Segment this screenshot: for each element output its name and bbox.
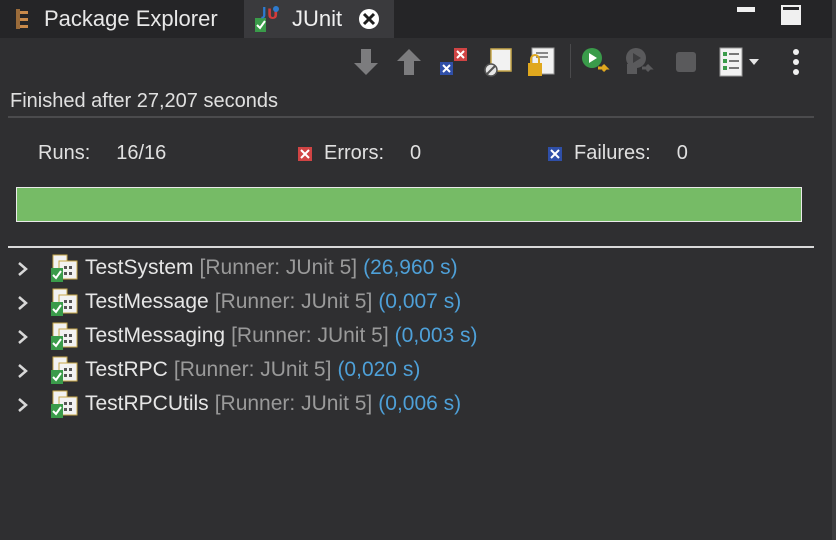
maximize-icon[interactable]	[780, 4, 802, 26]
runs-counter: Runs: 16/16	[38, 142, 166, 165]
test-runner: [Runner: JUnit 5]	[199, 256, 358, 279]
test-runner: [Runner: JUnit 5]	[214, 392, 373, 415]
test-time: (0,003 s)	[394, 324, 478, 347]
test-progress-bar	[16, 187, 802, 222]
tree-row[interactable]: TestRPCUtils [Runner: JUnit 5] (0,006 s)	[0, 388, 814, 422]
close-icon[interactable]	[358, 8, 380, 30]
chevron-right-icon[interactable]	[16, 363, 30, 379]
runs-label: Runs:	[38, 142, 91, 164]
tree-row[interactable]: TestMessaging [Runner: JUnit 5] (0,003 s)	[0, 320, 814, 354]
test-suite-passed-icon	[51, 322, 78, 350]
errors-counter: Errors: 0	[298, 142, 421, 165]
test-suite-passed-icon	[51, 254, 78, 282]
test-time: (0,007 s)	[378, 290, 462, 313]
test-time: (26,960 s)	[363, 256, 458, 279]
tab-junit[interactable]: U J JUnit	[244, 0, 394, 38]
error-icon	[298, 146, 312, 161]
test-suite-passed-icon	[51, 356, 78, 384]
failures-label: Failures:	[574, 142, 651, 164]
svg-text:J: J	[261, 5, 266, 19]
test-time: (0,006 s)	[378, 392, 462, 415]
sash-divider[interactable]	[8, 246, 814, 248]
test-tree: TestSystem [Runner: JUnit 5] (26,960 s) Te…	[0, 252, 814, 422]
vertical-scrollbar[interactable]	[832, 0, 836, 540]
tab-label: Package Explorer	[44, 6, 218, 31]
tab-package-explorer[interactable]: Package Explorer	[0, 0, 240, 38]
test-label: TestRPCUtils [Runner: JUnit 5] (0,006 s)	[85, 392, 461, 416]
rerun-failed-first-icon[interactable]	[624, 46, 656, 78]
show-failures-only-icon[interactable]	[438, 46, 470, 78]
errors-label: Errors:	[324, 142, 384, 164]
tree-row[interactable]: TestMessage [Runner: JUnit 5] (0,007 s)	[0, 286, 814, 320]
failure-icon	[548, 146, 562, 161]
runs-value: 16/16	[116, 142, 167, 164]
scroll-lock-icon[interactable]	[526, 46, 558, 78]
test-label: TestMessage [Runner: JUnit 5] (0,007 s)	[85, 290, 461, 314]
chevron-right-icon[interactable]	[16, 295, 30, 311]
test-name: TestMessage	[85, 290, 209, 313]
junit-toolbar	[0, 38, 836, 88]
chevron-down-icon[interactable]	[744, 46, 764, 78]
tree-row[interactable]: TestSystem [Runner: JUnit 5] (26,960 s)	[0, 252, 814, 286]
test-label: TestRPC [Runner: JUnit 5] (0,020 s)	[85, 358, 420, 382]
junit-icon: U J	[254, 4, 282, 34]
failures-counter: Failures: 0	[548, 142, 688, 165]
view-tab-bar: Package Explorer U J JUnit	[0, 0, 836, 38]
test-label: TestSystem [Runner: JUnit 5] (26,960 s)	[85, 256, 458, 280]
chevron-right-icon[interactable]	[16, 329, 30, 345]
tree-row[interactable]: TestRPC [Runner: JUnit 5] (0,020 s)	[0, 354, 814, 388]
divider	[8, 116, 814, 118]
failures-value: 0	[676, 142, 688, 164]
test-name: TestRPCUtils	[85, 392, 209, 415]
next-failure-icon[interactable]	[350, 46, 382, 78]
test-suite-passed-icon	[51, 288, 78, 316]
test-label: TestMessaging [Runner: JUnit 5] (0,003 s)	[85, 324, 478, 348]
stop-icon[interactable]	[670, 46, 702, 78]
package-explorer-icon	[14, 8, 34, 30]
test-runner: [Runner: JUnit 5]	[173, 358, 332, 381]
chevron-right-icon[interactable]	[16, 397, 30, 413]
errors-value: 0	[410, 142, 422, 164]
test-name: TestRPC	[85, 358, 168, 381]
test-suite-passed-icon	[51, 390, 78, 418]
test-name: TestMessaging	[85, 324, 226, 347]
rerun-test-icon[interactable]	[580, 46, 612, 78]
show-skipped-icon[interactable]	[482, 46, 514, 78]
previous-failure-icon[interactable]	[393, 46, 425, 78]
run-status-text: Finished after 27,207 seconds	[10, 90, 278, 112]
minimize-icon[interactable]	[736, 4, 756, 24]
test-runner: [Runner: JUnit 5]	[231, 324, 389, 347]
test-runner: [Runner: JUnit 5]	[214, 290, 373, 313]
toolbar-separator	[570, 44, 571, 78]
tab-label: JUnit	[292, 6, 343, 31]
test-name: TestSystem	[85, 256, 194, 279]
view-menu-icon[interactable]	[780, 46, 812, 78]
chevron-right-icon[interactable]	[16, 261, 30, 277]
test-time: (0,020 s)	[337, 358, 421, 381]
